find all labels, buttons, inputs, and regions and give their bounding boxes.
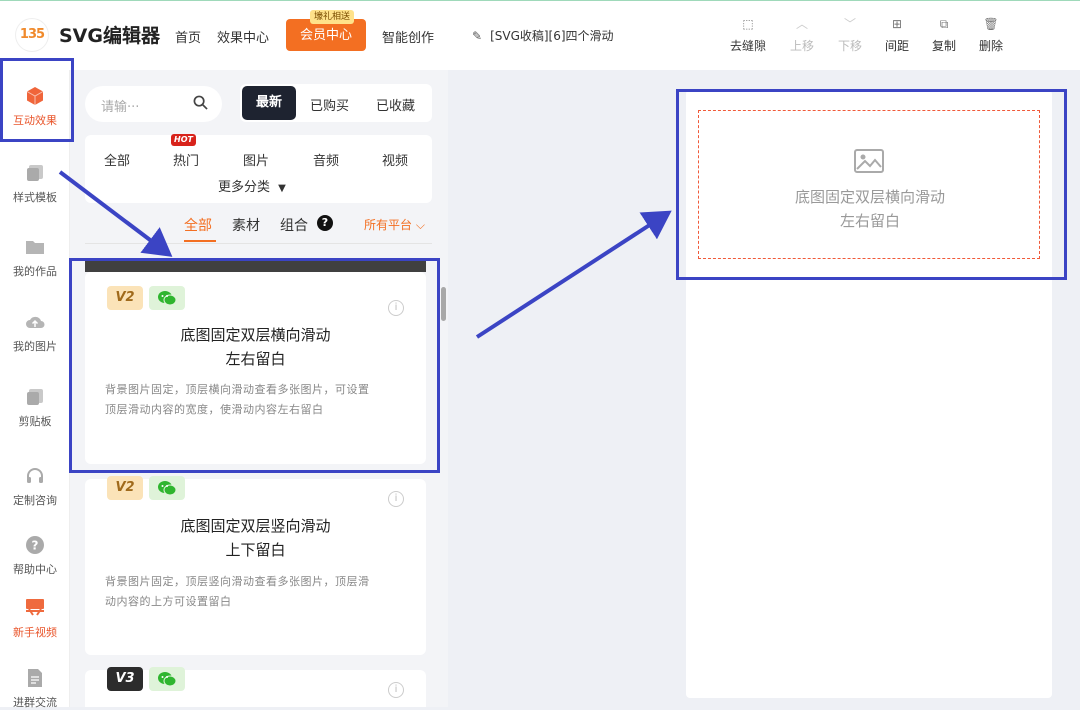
arrow-to-card bbox=[58, 170, 173, 257]
arrow-to-canvas bbox=[475, 210, 672, 339]
annotation-arrows bbox=[58, 170, 672, 339]
